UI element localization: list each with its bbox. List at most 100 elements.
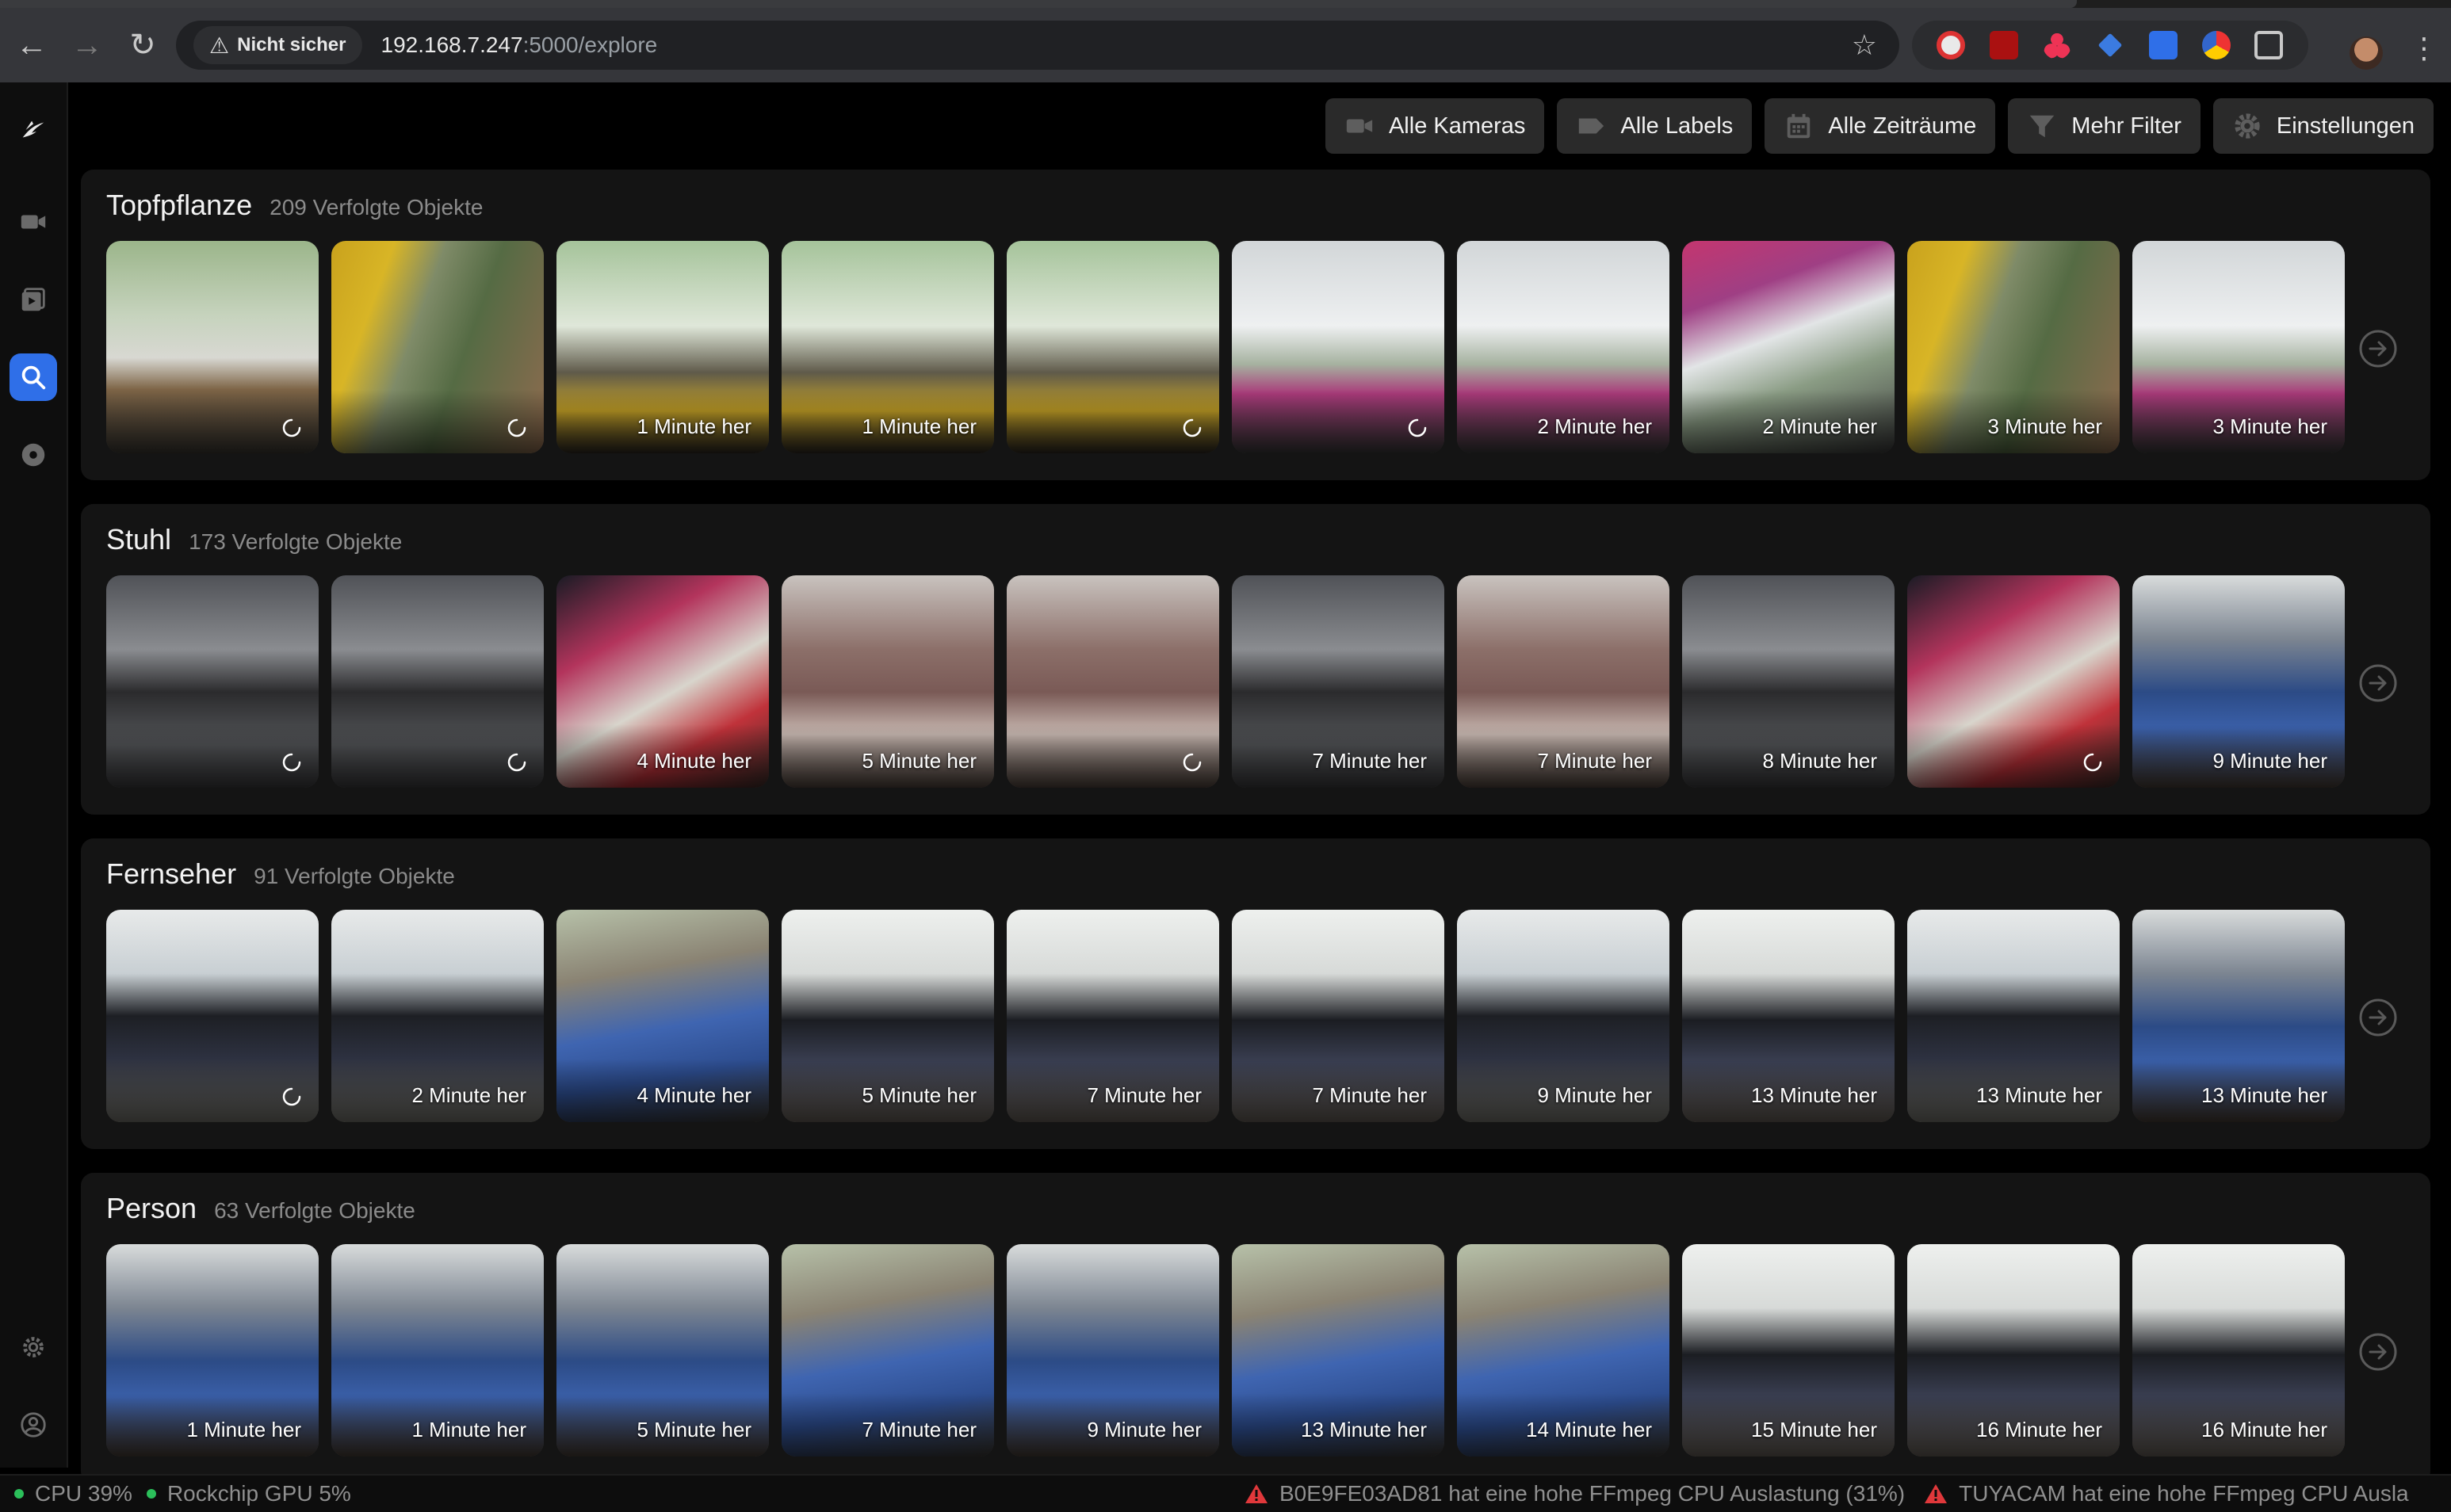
thumbnail-time: 9 Minute her [1537,1083,1652,1107]
object-thumbnail[interactable] [1907,575,2120,788]
loading-spinner-icon [1408,418,1427,437]
forward-icon[interactable]: → [63,21,111,69]
thumbnail-time: 1 Minute her [637,414,751,438]
object-thumbnail[interactable]: 16 Minute her [1907,1244,2120,1457]
thumbnail-time: 9 Minute her [1087,1418,1202,1441]
address-bar[interactable]: ⚠ Nicht sicher 192.168.7.247:5000/explor… [176,21,1899,70]
loading-spinner-icon [282,418,301,437]
extension-icon-6[interactable] [2201,31,2231,59]
security-chip[interactable]: ⚠ Nicht sicher [193,26,362,64]
object-thumbnail[interactable]: 5 Minute her [782,910,994,1122]
object-thumbnail[interactable]: 15 Minute her [1682,1244,1895,1457]
object-thumbnail[interactable]: 1 Minute her [782,241,994,453]
thumbnail-time: 1 Minute her [186,1418,301,1441]
object-thumbnail[interactable] [106,910,319,1122]
object-thumbnail[interactable] [1007,241,1219,453]
reload-icon[interactable]: ↻ [119,21,166,69]
section-title[interactable]: Stuhl [106,523,171,556]
thumbnail-time: 2 Minute her [1537,414,1652,438]
all-labels-button[interactable]: Alle Labels [1557,98,1753,154]
object-thumbnail[interactable]: 3 Minute her [1907,241,2120,453]
object-thumbnail[interactable]: 8 Minute her [1682,575,1895,788]
object-thumbnail[interactable]: 5 Minute her [782,575,994,788]
section-header: Person 63 Verfolgte Objekte [106,1192,415,1225]
object-thumbnail[interactable] [331,575,544,788]
object-section: Stuhl 173 Verfolgte Objekte 4 Minute her 5 … [81,504,2430,815]
section-title[interactable]: Person [106,1192,197,1225]
settings-gear-icon[interactable] [10,1323,57,1371]
object-thumbnail[interactable]: 2 Minute her [331,910,544,1122]
object-thumbnail[interactable]: 9 Minute her [1457,910,1669,1122]
extension-icon-4[interactable] [2097,32,2123,58]
review-icon[interactable] [10,276,57,323]
explore-search-icon[interactable] [10,353,57,401]
object-thumbnail[interactable]: 13 Minute her [2132,910,2345,1122]
object-thumbnail[interactable] [1007,575,1219,788]
more-filters-button[interactable]: Mehr Filter [2008,98,2201,154]
settings-button[interactable]: Einstellungen [2212,98,2434,154]
object-thumbnail[interactable]: 1 Minute her [106,1244,319,1457]
thumbnail-time: 14 Minute her [1526,1418,1652,1441]
object-thumbnail[interactable]: 9 Minute her [2132,575,2345,788]
object-thumbnail[interactable]: 7 Minute her [1457,575,1669,788]
app-sidebar [0,82,68,1468]
account-icon[interactable] [10,1401,57,1449]
frigate-logo[interactable] [10,106,57,154]
extension-icon-3[interactable] [2043,31,2072,59]
status-bar: CPU 39% Rockchip GPU 5% B0E9FE03AD81 hat… [0,1474,2451,1512]
object-thumbnail[interactable]: 7 Minute her [1232,575,1444,788]
object-thumbnail[interactable]: 9 Minute her [1007,1244,1219,1457]
object-thumbnail[interactable]: 7 Minute her [782,1244,994,1457]
url-text[interactable]: 192.168.7.247:5000/explore [381,32,658,58]
object-thumbnail[interactable]: 7 Minute her [1007,910,1219,1122]
extension-seo-icon[interactable] [1990,31,2019,59]
security-label: Nicht sicher [237,34,346,55]
export-disc-icon[interactable] [10,431,57,479]
warning-message-1[interactable]: B0E9FE03AD81 hat eine hohe FFmpeg CPU Au… [1279,1481,1905,1506]
extensions-puzzle-icon[interactable] [2254,31,2284,59]
thumbnail-time: 9 Minute her [2212,749,2327,773]
object-thumbnail[interactable]: 2 Minute her [1682,241,1895,453]
warning-message-2[interactable]: TUYACAM hat eine hohe FFmpeg CPU Ausla [1959,1481,2409,1506]
object-thumbnail[interactable] [106,241,319,453]
all-time-ranges-button[interactable]: Alle Zeiträume [1765,98,1996,154]
cpu-usage: CPU 39% [35,1481,132,1506]
object-thumbnail[interactable]: 14 Minute her [1457,1244,1669,1457]
profile-avatar[interactable] [2350,36,2383,70]
loading-spinner-icon [507,418,526,437]
section-title[interactable]: Topfpflanze [106,189,252,222]
section-title[interactable]: Fernseher [106,857,236,891]
object-thumbnail[interactable]: 16 Minute her [2132,1244,2345,1457]
object-thumbnail[interactable]: 3 Minute her [2132,241,2345,453]
live-camera-icon[interactable] [10,198,57,246]
scroll-right-arrow-icon[interactable] [2357,1331,2399,1373]
all-cameras-button[interactable]: Alle Kameras [1325,98,1545,154]
object-thumbnail[interactable]: 4 Minute her [556,910,769,1122]
scroll-right-arrow-icon[interactable] [2357,662,2399,704]
browser-menu-icon[interactable]: ⋮ [2410,32,2438,65]
scroll-right-arrow-icon[interactable] [2357,997,2399,1038]
thumbnail-time: 5 Minute her [862,749,977,773]
object-thumbnail[interactable]: 7 Minute her [1232,910,1444,1122]
thumbnail-time: 5 Minute her [862,1083,977,1107]
extension-icon-1[interactable] [1937,31,1966,59]
object-thumbnail[interactable]: 13 Minute her [1682,910,1895,1122]
active-tab[interactable] [0,0,2077,8]
object-thumbnail[interactable]: 5 Minute her [556,1244,769,1457]
object-thumbnail[interactable]: 1 Minute her [556,241,769,453]
object-thumbnail[interactable]: 4 Minute her [556,575,769,788]
thumbnail-time: 4 Minute her [637,749,751,773]
bookmark-star-icon[interactable]: ☆ [1852,29,1877,62]
object-thumbnail[interactable] [1232,241,1444,453]
object-thumbnail[interactable]: 1 Minute her [331,1244,544,1457]
object-thumbnail[interactable]: 13 Minute her [1907,910,2120,1122]
back-icon[interactable]: ← [8,21,55,69]
filter-toolbar: Alle Kameras Alle Labels Alle Zeiträume … [1325,98,2434,154]
scroll-right-arrow-icon[interactable] [2357,328,2399,369]
object-thumbnail[interactable] [331,241,544,453]
all-labels-label: Alle Labels [1620,113,1734,139]
object-thumbnail[interactable]: 2 Minute her [1457,241,1669,453]
object-thumbnail[interactable]: 13 Minute her [1232,1244,1444,1457]
extension-download-icon[interactable] [2148,31,2178,59]
object-thumbnail[interactable] [106,575,319,788]
